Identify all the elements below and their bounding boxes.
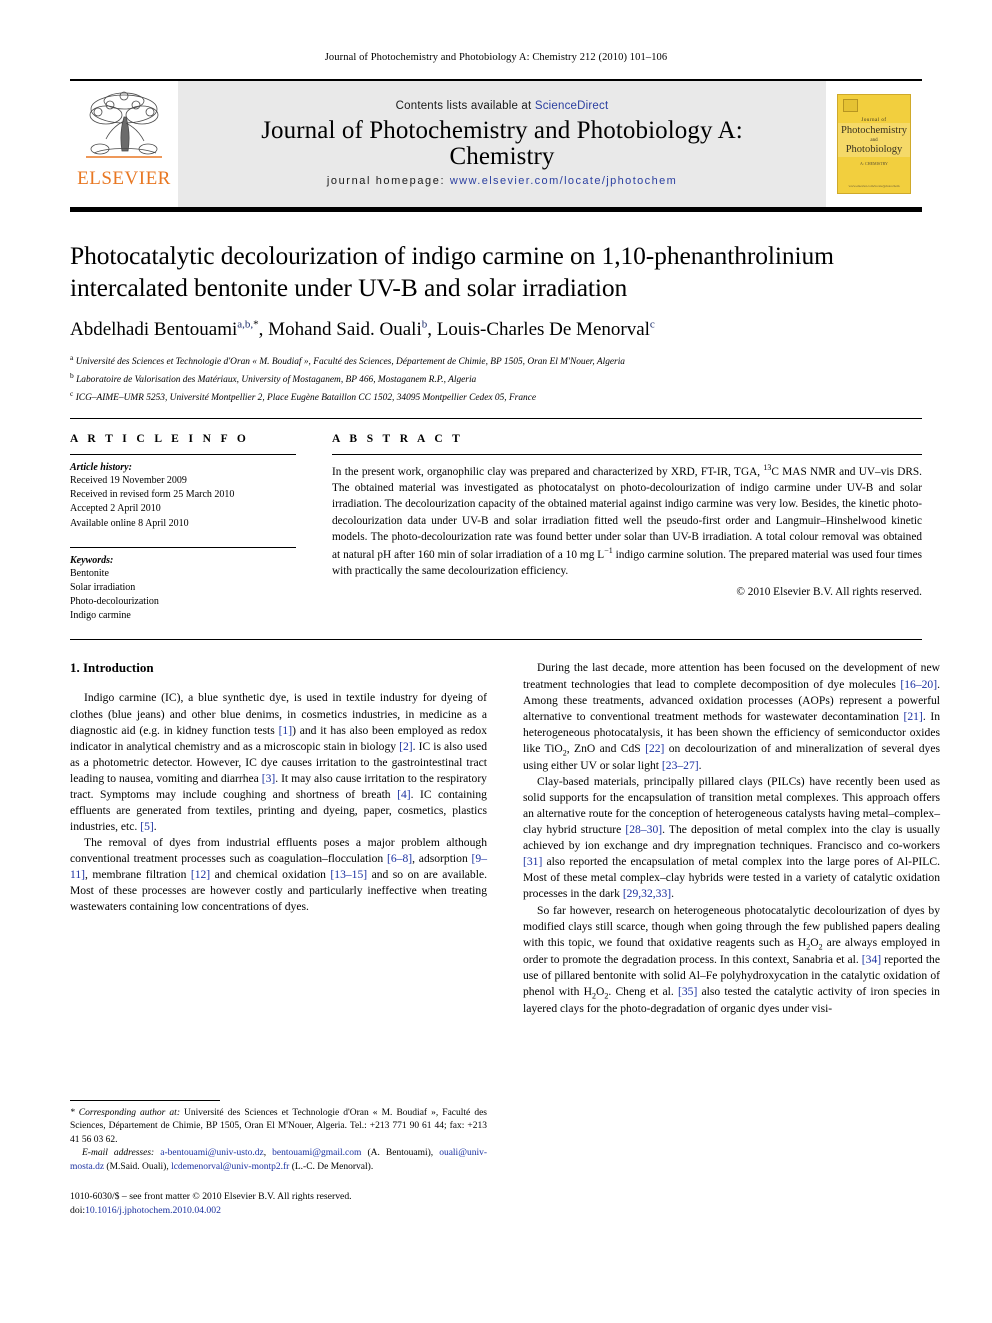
journal-title: Journal of Photochemistry and Photobiolo… <box>261 116 743 171</box>
history-item: Received 19 November 2009 <box>70 474 187 486</box>
elsevier-logo: ELSEVIER <box>70 81 178 207</box>
abstract-text: In the present work, organophilic clay w… <box>332 462 922 578</box>
running-head: Journal of Photochemistry and Photobiolo… <box>324 52 668 63</box>
homepage-label: journal homepage: <box>326 174 446 187</box>
article-info-heading: A R T I C L E I N F O <box>70 432 250 445</box>
affiliation-text-c: ICG–AIME–UMR 5253, Université Montpellie… <box>75 393 537 404</box>
affiliation-text-b: Laboratoire de Valorisation des Matériau… <box>76 375 477 386</box>
abstract-rule <box>332 453 922 455</box>
keyword-item: Bentonite <box>70 567 109 579</box>
contents-prefix: Contents lists available at <box>395 99 535 112</box>
cover-line-6: www.elsevier.com/locate/jphotochem <box>848 184 900 188</box>
elsevier-wordmark: ELSEVIER <box>77 168 171 189</box>
info-abstract-region: A R T I C L E I N F O Article history: R… <box>70 419 922 624</box>
article-page: Journal of Photochemistry and Photobiolo… <box>0 0 992 1323</box>
keyword-item: Indigo carmine <box>70 610 131 622</box>
affiliation-a: a Université des Sciences et Technologie… <box>70 352 922 370</box>
issn-copyright-doi: 1010-6030/$ – see front matter © 2010 El… <box>70 1191 352 1217</box>
cover-line-1: Journal of <box>861 118 887 123</box>
history-item: Available online 8 April 2010 <box>70 517 189 529</box>
affiliation-text-a: Université des Sciences et Technologie d… <box>75 357 625 368</box>
cover-line-3: and <box>870 138 878 143</box>
body-column-left: 1. Introduction Indigo carmine (IC), a b… <box>70 660 487 1017</box>
cover-line-2: Photochemistry <box>841 125 907 136</box>
body-columns: 1. Introduction Indigo carmine (IC), a b… <box>70 660 940 1017</box>
cover-line-5: A: CHEMISTRY <box>860 161 888 166</box>
affiliation-b: b Laboratoire de Valorisation des Matéri… <box>70 370 922 388</box>
journal-cover-thumbnail: Journal of Photochemistry and Photobiolo… <box>826 81 922 207</box>
section-heading-introduction: 1. Introduction <box>70 660 154 676</box>
keywords-rule <box>70 546 296 548</box>
body-paragraph: Indigo carmine (IC), a blue synthetic dy… <box>70 691 487 833</box>
body-paragraph: During the last decade, more attention h… <box>523 661 941 773</box>
sciencedirect-link[interactable]: ScienceDirect <box>535 100 609 112</box>
affiliation-mark-c: c <box>70 388 74 398</box>
elsevier-tree-icon <box>86 91 162 158</box>
contents-available-line: Contents lists available at ScienceDirec… <box>396 100 609 112</box>
journal-title-line-2: Chemistry <box>449 143 555 170</box>
title-block: Photocatalytic decolourization of indigo… <box>70 240 922 406</box>
keywords-label: Keywords: <box>70 554 114 566</box>
keyword-item: Solar irradiation <box>70 581 136 593</box>
page-title: Photocatalytic decolourization of indigo… <box>70 241 834 303</box>
article-info-rule <box>70 453 296 455</box>
cover-line-4: Photobiology <box>845 144 903 155</box>
footnote-region: * Corresponding author at: Université de… <box>70 1100 487 1219</box>
history-item: Received in revised form 25 March 2010 <box>70 489 235 501</box>
author-list: Abdelhadi Bentouamia,b,*, Mohand Said. O… <box>70 318 655 341</box>
keywords-block: Keywords: Bentonite Solar irradiation Ph… <box>70 546 296 624</box>
body-paragraph: So far however, research on heterogeneou… <box>523 903 940 1016</box>
journal-masthead: ELSEVIER Contents lists available at Sci… <box>70 79 922 207</box>
body-paragraph: The removal of dyes from industrial effl… <box>70 835 487 914</box>
corresponding-author-note: * Corresponding author at: Université de… <box>70 1108 487 1145</box>
body-column-right: During the last decade, more attention h… <box>523 660 940 1017</box>
footnote-rule <box>70 1100 220 1101</box>
history-item: Accepted 2 April 2010 <box>70 503 161 515</box>
abstract-column: A B S T R A C T In the present work, org… <box>332 433 922 624</box>
abstract-copyright: © 2010 Elsevier B.V. All rights reserved… <box>736 586 922 599</box>
article-history-label: Article history: <box>70 461 132 473</box>
masthead-bottom-rule <box>70 207 922 212</box>
email-addresses-note: E-mail addresses: a-bentouami@univ-usto.… <box>70 1148 487 1172</box>
body-paragraph: Clay-based materials, principally pillar… <box>523 775 940 901</box>
keyword-item: Photo-decolourization <box>70 596 159 608</box>
homepage-url-link[interactable]: www.elsevier.com/locate/jphotochem <box>450 175 677 187</box>
cover-image: Journal of Photochemistry and Photobiolo… <box>837 94 911 194</box>
abstract-bottom-rule <box>70 639 922 641</box>
article-info-column: A R T I C L E I N F O Article history: R… <box>70 433 296 624</box>
cover-publisher-badge <box>843 99 858 112</box>
masthead-center: Contents lists available at ScienceDirec… <box>178 81 826 207</box>
affiliation-mark-a: a <box>70 353 74 362</box>
journal-title-line-1: Journal of Photochemistry and Photobiolo… <box>261 116 743 144</box>
journal-homepage-line: journal homepage: www.elsevier.com/locat… <box>327 175 677 187</box>
affiliation-mark-b: b <box>70 370 74 380</box>
abstract-heading: A B S T R A C T <box>332 432 464 445</box>
affiliation-c: c ICG–AIME–UMR 5253, Université Montpell… <box>70 388 922 406</box>
